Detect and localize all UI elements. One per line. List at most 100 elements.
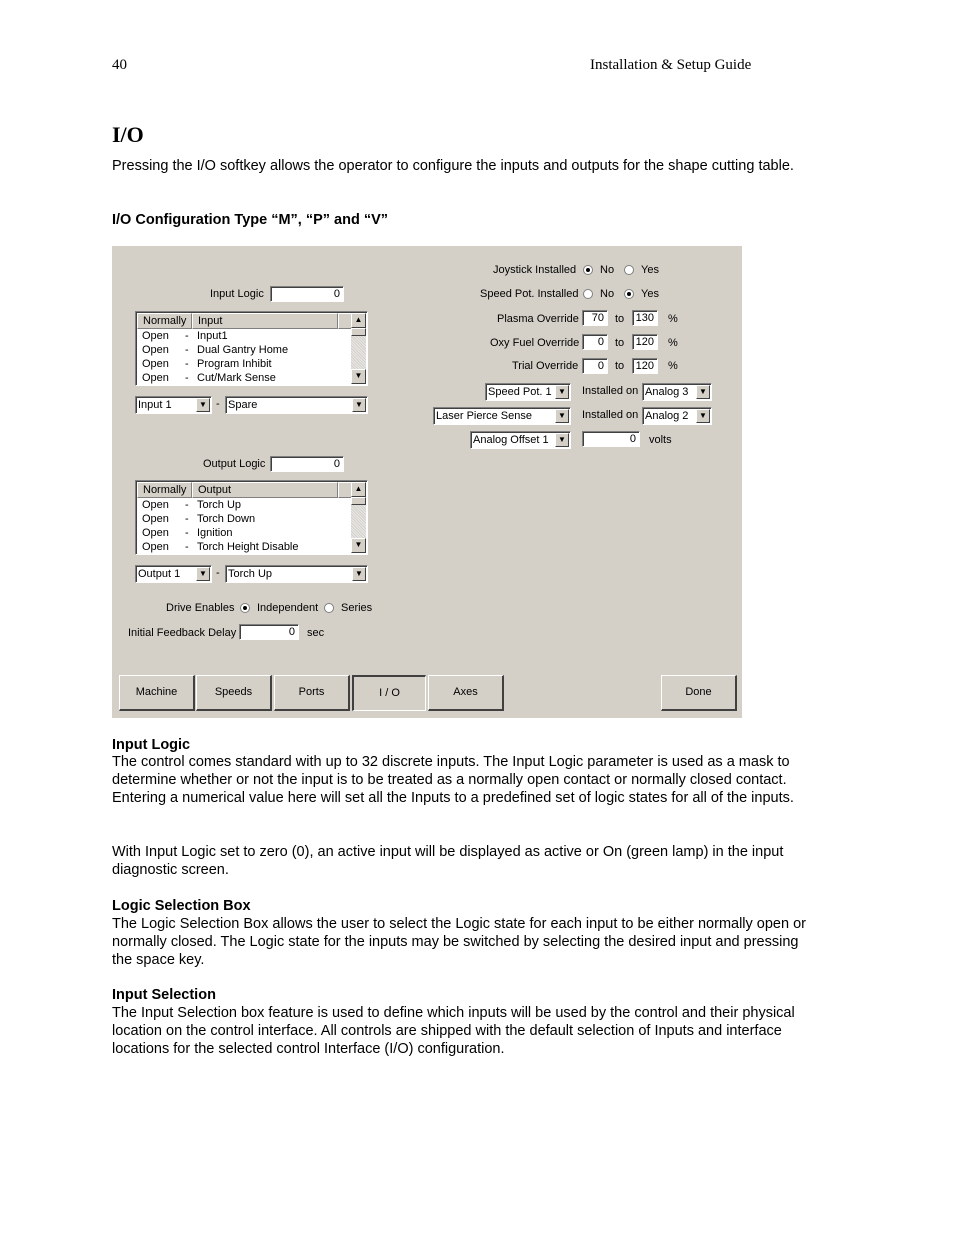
speed-pot-select[interactable]: Speed Pot. 1 ▼ [485, 383, 571, 401]
scroll-up-icon[interactable]: ▲ [351, 313, 366, 328]
output-logic-field[interactable]: 0 [270, 456, 344, 472]
input-number-value: Input 1 [138, 399, 172, 411]
trial-override-min[interactable]: 0 [582, 358, 608, 374]
trial-override-max[interactable]: 120 [632, 358, 658, 374]
speed-pot-yes-radio[interactable] [624, 289, 634, 299]
feedback-delay-field[interactable]: 0 [239, 624, 299, 640]
speed-pot-analog-select[interactable]: Analog 3 ▼ [642, 383, 712, 401]
radio-label-no: No [600, 264, 615, 276]
scrollbar[interactable]: ▲ ▼ [351, 313, 366, 384]
machine-button[interactable]: Machine [119, 675, 195, 711]
row-name: Input1 [197, 330, 228, 342]
row-state: Open [142, 344, 169, 356]
oxy-fuel-override-max[interactable]: 120 [632, 334, 658, 350]
plasma-override-max[interactable]: 130 [632, 310, 658, 326]
laser-pierce-select[interactable]: Laser Pierce Sense ▼ [433, 407, 571, 425]
chevron-down-icon[interactable]: ▼ [555, 433, 569, 447]
row-state: Open [142, 499, 169, 511]
analog-port-value: Analog 3 [645, 386, 689, 398]
analog-offset-select[interactable]: Analog Offset 1 ▼ [470, 431, 571, 449]
row-sep: - [185, 541, 189, 553]
column-header-input[interactable]: Input [192, 313, 338, 329]
chevron-down-icon[interactable]: ▼ [196, 398, 210, 412]
row-state: Open [142, 541, 169, 553]
document-title: Installation & Setup Guide [590, 57, 752, 73]
row-state: Open [142, 527, 169, 539]
scroll-down-icon[interactable]: ▼ [351, 538, 366, 553]
row-sep: - [185, 527, 189, 539]
chevron-down-icon[interactable]: ▼ [555, 385, 569, 399]
logic-selection-paragraph: The Logic Selection Box allows the user … [112, 916, 806, 968]
chevron-down-icon[interactable]: ▼ [696, 385, 710, 399]
row-name: Torch Down [197, 513, 256, 525]
joystick-yes-radio[interactable] [624, 265, 634, 275]
drive-enables-series-radio[interactable] [324, 603, 334, 613]
percent-unit: % [668, 337, 678, 349]
column-header-normally[interactable]: Normally [137, 313, 192, 329]
output-function-select[interactable]: Torch Up ▼ [225, 565, 368, 583]
input-function-select[interactable]: Spare ▼ [225, 396, 368, 414]
done-button[interactable]: Done [661, 675, 737, 711]
input-function-value: Spare [228, 399, 258, 411]
chevron-down-icon[interactable]: ▼ [696, 409, 710, 423]
scroll-thumb[interactable] [351, 328, 366, 336]
input-logic-label: Input Logic [210, 288, 264, 300]
axes-button[interactable]: Axes [428, 675, 504, 711]
input-logic-list[interactable]: Normally Input Open - Input1 Open - Dual Gan… [135, 311, 368, 386]
row-state: Open [142, 513, 169, 525]
chevron-down-icon[interactable]: ▼ [352, 398, 366, 412]
joystick-no-radio[interactable] [583, 265, 593, 275]
input-logic-field[interactable]: 0 [270, 286, 344, 302]
drive-enables-independent-radio[interactable] [240, 603, 250, 613]
row-sep: - [185, 330, 189, 342]
input-selection-paragraph: The Input Selection box feature is used … [112, 1005, 795, 1057]
chevron-down-icon[interactable]: ▼ [352, 567, 366, 581]
radio-label-series: Series [341, 602, 373, 614]
row-state: Open [142, 330, 169, 342]
analog-offset-volts-field[interactable]: 0 [582, 431, 640, 447]
column-header-normally[interactable]: Normally [137, 482, 192, 498]
io-button[interactable]: I / O [352, 675, 426, 711]
chevron-down-icon[interactable]: ▼ [555, 409, 569, 423]
percent-unit: % [668, 360, 678, 372]
output-number-value: Output 1 [138, 568, 181, 580]
scrollbar[interactable]: ▲ ▼ [351, 482, 366, 553]
column-header-output[interactable]: Output [192, 482, 338, 498]
speed-pot-label: Speed Pot. Installed [480, 288, 579, 300]
ports-button[interactable]: Ports [274, 675, 350, 711]
speeds-button[interactable]: Speeds [196, 675, 272, 711]
input-number-select[interactable]: Input 1 ▼ [135, 396, 212, 414]
output-number-select[interactable]: Output 1 ▼ [135, 565, 212, 583]
to-label: to [615, 313, 625, 325]
output-logic-list[interactable]: Normally Output Open - Torch Up Open - Torch… [135, 480, 368, 555]
chevron-down-icon[interactable]: ▼ [196, 567, 210, 581]
installed-on-label: Installed on [582, 385, 639, 397]
to-label: to [615, 360, 625, 372]
separator: - [216, 398, 220, 410]
feedback-delay-label: Initial Feedback Delay [128, 627, 237, 639]
row-name: Cut/Mark Sense [197, 372, 276, 384]
speed-pot-value: Speed Pot. 1 [488, 386, 552, 398]
plasma-override-min[interactable]: 70 [582, 310, 608, 326]
analog-offset-value: Analog Offset 1 [473, 434, 549, 446]
laser-pierce-analog-select[interactable]: Analog 2 ▼ [642, 407, 712, 425]
page-number: 40 [112, 57, 127, 73]
drive-enables-label: Drive Enables [166, 602, 235, 614]
scroll-thumb[interactable] [351, 497, 366, 505]
radio-label-yes: Yes [641, 288, 659, 300]
radio-label-yes: Yes [641, 264, 659, 276]
row-sep: - [185, 372, 189, 384]
section-heading-logic-selection: Logic Selection Box [112, 898, 251, 914]
feedback-delay-unit: sec [307, 627, 325, 639]
oxy-fuel-override-min[interactable]: 0 [582, 334, 608, 350]
scroll-down-icon[interactable]: ▼ [351, 369, 366, 384]
section-heading-input-logic: Input Logic [112, 737, 191, 753]
to-label: to [615, 337, 625, 349]
output-function-value: Torch Up [228, 568, 273, 580]
scroll-up-icon[interactable]: ▲ [351, 482, 366, 497]
speed-pot-no-radio[interactable] [583, 289, 593, 299]
section-title: I/O [112, 122, 144, 147]
row-state: Open [142, 372, 169, 384]
row-name: Ignition [197, 527, 233, 539]
input-logic-paragraph-2: With Input Logic set to zero (0), an act… [112, 844, 784, 878]
